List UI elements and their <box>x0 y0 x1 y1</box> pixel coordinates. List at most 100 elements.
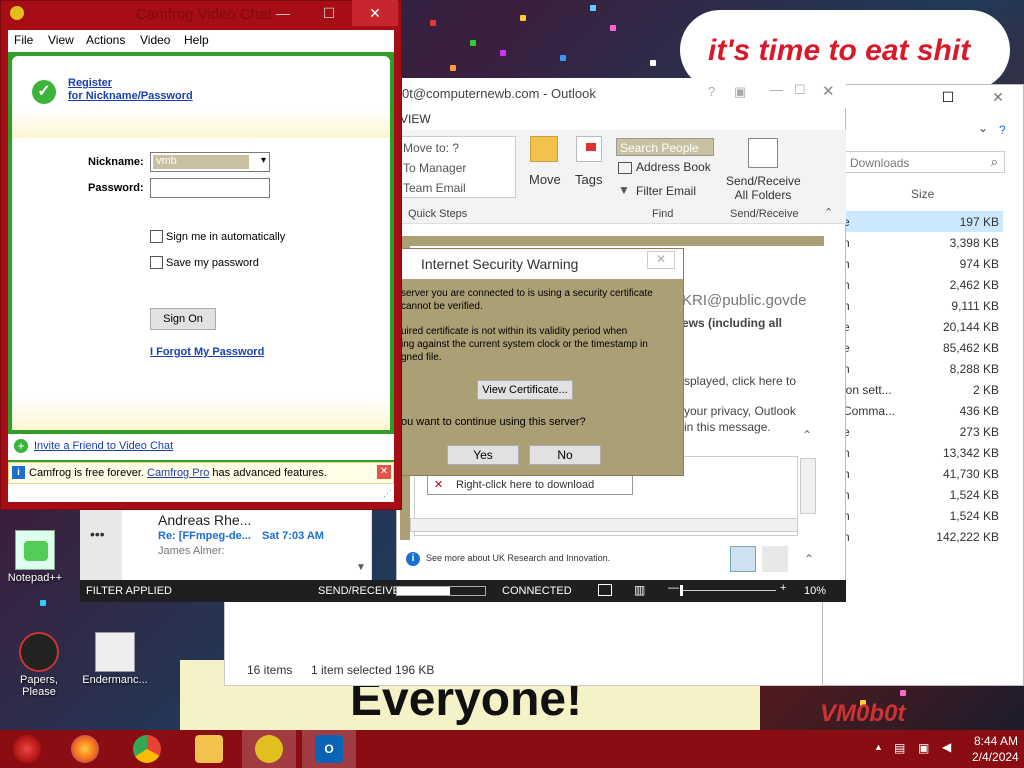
clock-date[interactable]: 2/4/2024 <box>972 750 1019 764</box>
desktop-icon-notepadpp[interactable]: Notepad++ <box>0 530 70 584</box>
no-button[interactable]: No <box>529 445 601 465</box>
quick-step-to-manager[interactable]: To Manager <box>403 161 466 175</box>
vertical-scrollbar[interactable] <box>800 458 816 514</box>
file-row[interactable]: n 1,524 KB <box>823 484 1003 505</box>
person-icon[interactable] <box>762 546 788 572</box>
reading-view-icon[interactable]: ▥ <box>634 583 645 597</box>
action-center-icon[interactable]: ▤ <box>894 741 905 755</box>
volume-icon[interactable]: ◀ <box>942 740 951 754</box>
menu-video[interactable]: Video <box>140 33 170 47</box>
reading-text-2[interactable]: splayed, click here to <box>684 374 796 388</box>
view-certificate-button[interactable]: View Certificate... <box>477 380 573 400</box>
zoom-in-icon[interactable]: + <box>780 582 786 594</box>
camfrog-pro-link[interactable]: Camfrog Pro <box>147 467 209 479</box>
desktop-icon-endermanch[interactable]: Endermanc... <box>80 632 150 686</box>
file-row[interactable]: e 85,462 KB <box>823 337 1003 358</box>
chevron-up-icon[interactable]: ⌃ <box>802 428 812 442</box>
outlook-title: 0t@computernewb.com - Outlook <box>402 86 596 101</box>
sign-on-button[interactable]: Sign On <box>150 308 216 330</box>
network-icon[interactable]: ▣ <box>918 741 929 755</box>
menu-help[interactable]: Help <box>184 33 209 47</box>
file-row[interactable]: n 142,222 KB <box>823 526 1003 547</box>
zoom-level[interactable]: 10% <box>804 585 826 597</box>
menu-file[interactable]: File <box>14 33 33 47</box>
invite-friend-link[interactable]: Invite a Friend to Video Chat <box>34 440 173 452</box>
close-icon[interactable]: ✕ <box>647 251 675 269</box>
desktop-icon-papers-please[interactable]: Papers, Please <box>4 632 74 698</box>
person-icon[interactable] <box>730 546 756 572</box>
file-row[interactable]: n 1,524 KB <box>823 505 1003 526</box>
close-icon[interactable]: ✕ <box>822 82 835 100</box>
file-row[interactable]: n 9,111 KB <box>823 295 1003 316</box>
nickname-field[interactable]: vmb ▾ <box>150 152 270 172</box>
file-row[interactable]: n 3,398 KB <box>823 232 1003 253</box>
file-row[interactable]: n 41,730 KB <box>823 463 1003 484</box>
search-input[interactable]: Downloads ⌕ <box>845 151 1005 173</box>
message-subject[interactable]: Re: [FFmpeg-de... <box>158 530 251 542</box>
size-column-header[interactable]: Size <box>911 187 934 201</box>
taskbar-camfrog[interactable] <box>242 730 296 768</box>
tags-button[interactable]: Tags <box>575 172 602 187</box>
collapse-ribbon-icon[interactable]: ⌃ <box>824 206 833 219</box>
file-row[interactable]: n 8,288 KB <box>823 358 1003 379</box>
warning-line-5: gned file. <box>401 352 442 363</box>
file-row[interactable]: n 13,342 KB <box>823 442 1003 463</box>
scroll-down-icon[interactable]: ▼ <box>356 562 366 573</box>
send-receive-all-button[interactable]: Send/Receive All Folders <box>726 174 801 202</box>
message-sender[interactable]: Andreas Rhe... <box>158 512 251 528</box>
close-icon[interactable]: ✕ <box>983 89 1013 109</box>
zoom-out-icon[interactable]: — <box>668 582 679 594</box>
chevron-down-icon[interactable]: ▾ <box>261 155 266 166</box>
close-icon[interactable]: ✕ <box>377 465 391 479</box>
start-button[interactable] <box>0 730 54 768</box>
file-row[interactable]: e 20,144 KB <box>823 316 1003 337</box>
quick-step-team-email[interactable]: Team Email <box>403 181 466 195</box>
zoom-slider[interactable] <box>680 585 776 596</box>
help-icon[interactable]: ? <box>999 123 1006 137</box>
file-row[interactable]: e 273 KB <box>823 421 1003 442</box>
help-icon[interactable]: ? <box>708 84 715 99</box>
menu-actions[interactable]: Actions <box>86 33 125 47</box>
show-hidden-icons[interactable]: ▲ <box>874 742 883 752</box>
register-link[interactable]: Register for Nickname/Password <box>68 77 193 103</box>
tab-view[interactable]: VIEW <box>400 112 431 126</box>
taskbar-chrome[interactable] <box>120 730 174 768</box>
forgot-password-link[interactable]: I Forgot My Password <box>150 346 264 358</box>
taskbar-firefox[interactable] <box>58 730 112 768</box>
close-icon[interactable]: ✕ <box>352 0 398 26</box>
maximize-icon[interactable]: ☐ <box>306 0 352 26</box>
maximize-icon[interactable]: ☐ <box>794 82 806 98</box>
taskbar-outlook[interactable]: O <box>302 730 356 768</box>
file-row[interactable]: Comma... 436 KB <box>823 400 1003 421</box>
quick-step-move-to[interactable]: Move to: ? <box>403 141 459 155</box>
file-row[interactable]: n 974 KB <box>823 253 1003 274</box>
normal-view-icon[interactable] <box>598 584 612 596</box>
taskbar-file-explorer[interactable] <box>182 730 236 768</box>
file-row[interactable]: e 197 KB <box>823 211 1003 232</box>
chevron-up-icon[interactable]: ⌃ <box>804 552 814 566</box>
see-more-text[interactable]: See more about UK Research and Innovatio… <box>426 553 610 563</box>
password-field[interactable] <box>150 178 270 198</box>
file-row[interactable]: n 2,462 KB <box>823 274 1003 295</box>
minimize-icon[interactable]: — <box>770 82 783 97</box>
minimize-icon[interactable]: — <box>260 0 306 26</box>
filter-email-button[interactable]: Filter Email <box>636 184 696 198</box>
image-placeholder[interactable]: ✕ Right-click here to download <box>427 473 633 495</box>
horizontal-scrollbar[interactable] <box>410 518 798 532</box>
search-people-input[interactable]: Search People <box>616 138 714 156</box>
more-icon[interactable]: ••• <box>90 526 105 542</box>
file-size: 3,398 KB <box>949 236 999 250</box>
resize-grip-icon[interactable]: ⋰ <box>383 488 392 499</box>
clock-time[interactable]: 8:44 AM <box>974 734 1018 748</box>
menu-view[interactable]: View <box>48 33 74 47</box>
save-password-checkbox[interactable] <box>150 256 163 269</box>
yes-button[interactable]: Yes <box>447 445 519 465</box>
auto-signin-checkbox[interactable] <box>150 230 163 243</box>
move-button[interactable]: Move <box>529 172 561 187</box>
chevron-down-icon[interactable]: ⌄ <box>978 121 988 135</box>
file-row[interactable]: ion sett... 2 KB <box>823 379 1003 400</box>
ribbon-display-icon[interactable]: ▣ <box>734 84 746 100</box>
window-title: Camfrog Video Chat <box>136 6 272 23</box>
maximize-icon[interactable]: ☐ <box>933 89 963 109</box>
address-book-button[interactable]: Address Book <box>636 160 711 174</box>
